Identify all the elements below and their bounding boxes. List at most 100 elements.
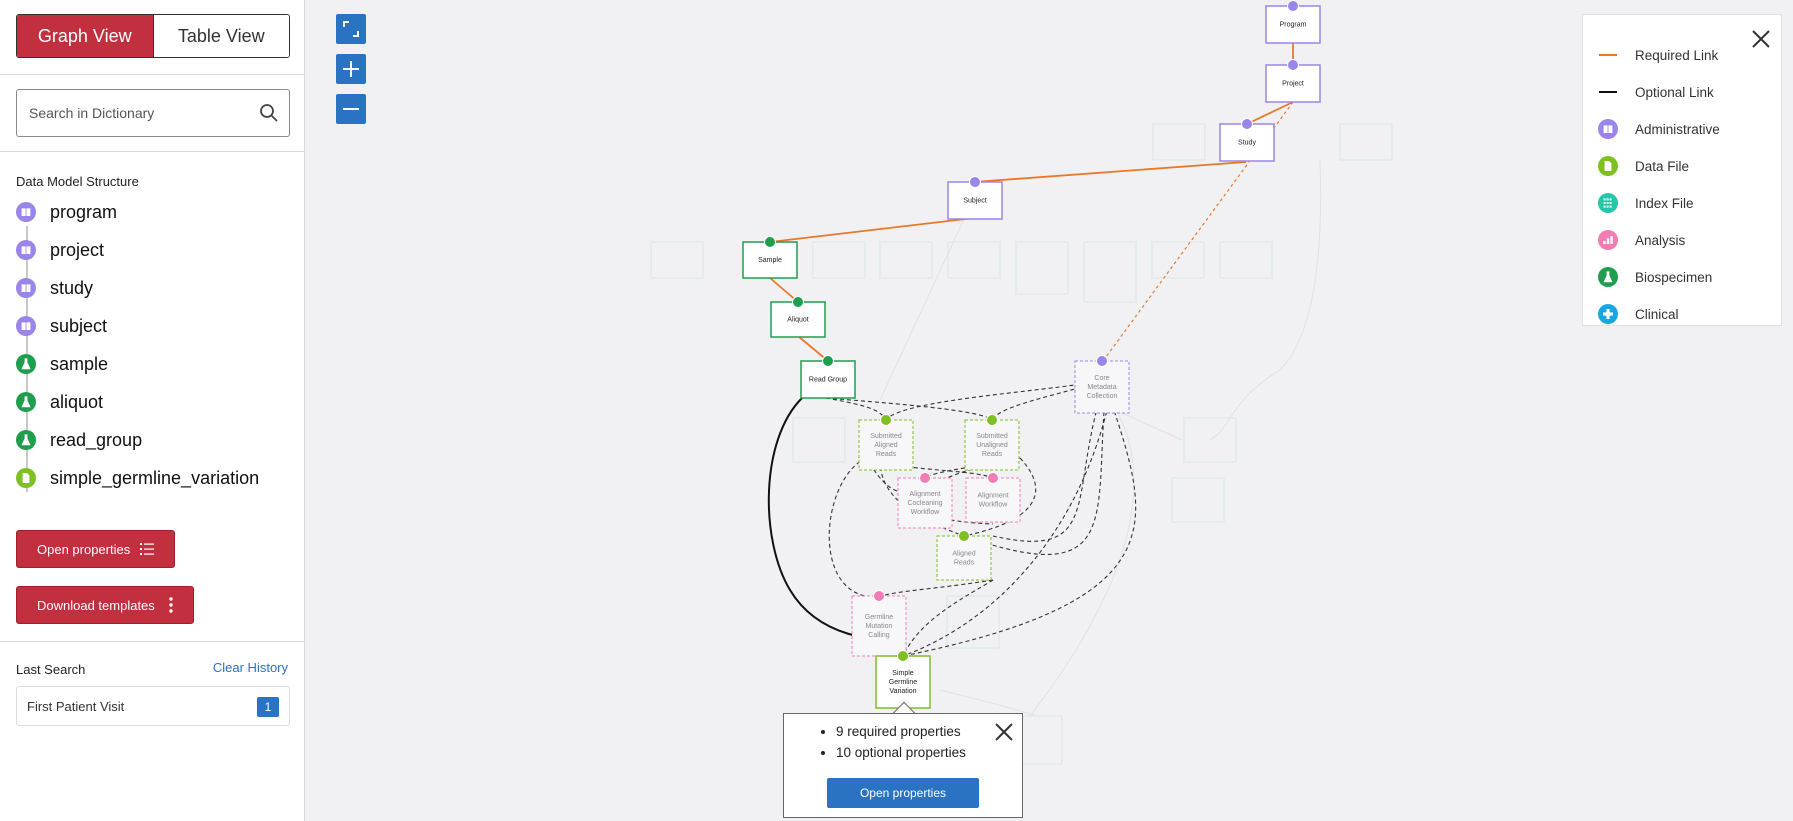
- node-label: Aligned: [874, 442, 897, 449]
- structure-item-label: aliquot: [50, 391, 104, 412]
- search-icon[interactable]: [259, 103, 279, 123]
- graph-node-germline-calling[interactable]: Germline Mutation Calling: [851, 590, 907, 657]
- required-properties-count: 9 required properties: [836, 724, 966, 739]
- graph-node-aliquot[interactable]: Aliquot: [770, 296, 826, 338]
- structure-item-simple-germline-variation[interactable]: simple_germline_variation: [16, 464, 259, 492]
- graph-node-alignment-workflow[interactable]: Alignment Workflow: [965, 472, 1021, 523]
- node-label: Variation: [889, 688, 916, 695]
- legend-item-label: Index File: [1635, 195, 1694, 211]
- tab-graph-view[interactable]: Graph View: [17, 15, 154, 57]
- data-file-icon: [16, 468, 36, 488]
- graph-node-program[interactable]: Program: [1265, 0, 1321, 44]
- tab-table-view[interactable]: Table View: [153, 15, 289, 57]
- graph-node-submitted-unaligned[interactable]: Submitted Unaligned Reads: [964, 414, 1020, 471]
- divider: [0, 641, 305, 642]
- administrative-icon: [16, 278, 36, 298]
- legend-item-analysis: Analysis: [1597, 228, 1685, 252]
- graph-node-aligned-reads[interactable]: Aligned Reads: [936, 530, 992, 581]
- structure-item-label: subject: [50, 315, 108, 336]
- legend-item-required-link: Required Link: [1597, 43, 1718, 67]
- optional-properties-count: 10 optional properties: [836, 745, 966, 760]
- faded-edge: [1029, 399, 1135, 717]
- structure-item-label: sample: [50, 353, 109, 374]
- fit-view-icon: [343, 21, 359, 37]
- structure-item-label: project: [50, 239, 105, 260]
- administrative-icon: [1287, 59, 1299, 71]
- graph-node-subject[interactable]: Subject: [947, 176, 1003, 220]
- download-templates-label: Download templates: [37, 597, 155, 613]
- popup-open-properties-button[interactable]: Open properties: [827, 778, 979, 808]
- legend-item-optional-link: Optional Link: [1597, 80, 1714, 104]
- administrative-icon: [16, 202, 36, 222]
- faded-node: [1151, 241, 1205, 279]
- clear-history-link[interactable]: Clear History: [213, 660, 288, 675]
- fit-view-button[interactable]: [336, 14, 366, 44]
- node-label: Cocleaning: [907, 500, 942, 507]
- graph-nodes: Program Project Study Subject Sample Aliquot R…: [742, 0, 1321, 709]
- structure-item-read-group[interactable]: read_group: [16, 426, 142, 454]
- open-properties-label: Open properties: [37, 541, 131, 557]
- required-link: [973, 161, 1247, 183]
- book-icon: [1597, 119, 1619, 139]
- node-label: Study: [1238, 140, 1256, 147]
- structure-item-program[interactable]: program: [16, 198, 117, 226]
- zoom-in-button[interactable]: [336, 54, 366, 84]
- history-item[interactable]: First Patient Visit 1: [16, 686, 290, 726]
- open-properties-button[interactable]: Open properties: [16, 530, 176, 568]
- structure-item-label: simple_germline_variation: [50, 467, 260, 488]
- close-icon[interactable]: [994, 722, 1014, 742]
- structure-item-study[interactable]: study: [16, 274, 93, 302]
- graph-node-submitted-aligned[interactable]: Submitted Aligned Reads: [858, 414, 914, 471]
- node-label: Core: [1094, 375, 1109, 382]
- data-file-icon: [897, 650, 909, 662]
- analysis-icon: [873, 590, 885, 602]
- grid-icon: [1597, 193, 1619, 213]
- last-search-label: Last Search: [16, 662, 86, 677]
- structure-item-subject[interactable]: subject: [16, 312, 107, 340]
- node-label: Aliquot: [787, 317, 808, 324]
- search-box: [16, 89, 290, 137]
- required-link: [1246, 101, 1294, 125]
- download-templates-button[interactable]: Download templates: [16, 586, 194, 624]
- graph-node-alignment-cocleaning[interactable]: Alignment Cocleaning Workflow: [897, 472, 953, 529]
- node-label: Unaligned: [976, 442, 1008, 449]
- node-label: Subject: [963, 198, 986, 205]
- structure-item-aliquot[interactable]: aliquot: [16, 388, 103, 416]
- flask-icon: [1597, 267, 1619, 287]
- legend-item-clinical: Clinical: [1597, 302, 1679, 326]
- more-vertical-icon: [169, 597, 173, 613]
- graph-node-study[interactable]: Study: [1219, 118, 1275, 162]
- biospecimen-icon: [16, 392, 36, 412]
- minus-icon: [343, 108, 359, 110]
- graph-node-read-group[interactable]: Read Group: [800, 355, 856, 399]
- legend-item-label: Biospecimen: [1635, 269, 1713, 285]
- faded-nodes: [650, 123, 1393, 765]
- node-label: Sample: [758, 257, 782, 264]
- node-label: Alignment: [977, 493, 1008, 500]
- faded-node: [792, 417, 846, 463]
- zoom-out-button[interactable]: [336, 94, 366, 124]
- graph-node-project[interactable]: Project: [1265, 59, 1321, 103]
- node-label: Aligned: [952, 551, 975, 558]
- legend-item-index-file: Index File: [1597, 191, 1694, 215]
- structure-title: Data Model Structure: [16, 174, 139, 189]
- biospecimen-icon: [764, 236, 776, 248]
- close-icon[interactable]: [1751, 29, 1771, 49]
- search-input[interactable]: [27, 90, 247, 136]
- faded-node: [812, 241, 866, 279]
- node-label: Alignment: [909, 491, 940, 498]
- faded-edges: [879, 159, 1322, 717]
- optional-link: [902, 579, 994, 657]
- legend-item-data-file: Data File: [1597, 154, 1689, 178]
- graph-node-simple-germline[interactable]: Simple Germline Variation: [875, 650, 931, 709]
- graph-canvas[interactable]: Program Project Study Subject Sample Aliquot R…: [305, 0, 1793, 821]
- graph-node-sample[interactable]: Sample: [742, 236, 798, 279]
- legend-item-label: Administrative: [1635, 121, 1720, 137]
- structure-item-project[interactable]: project: [16, 236, 104, 264]
- history-item-count: 1: [257, 697, 279, 717]
- node-label: Simple: [892, 670, 914, 677]
- legend-item-label: Required Link: [1635, 47, 1719, 63]
- graph-node-core-metadata[interactable]: Core Metadata Collection: [1074, 355, 1130, 414]
- biospecimen-icon: [16, 354, 36, 374]
- structure-item-sample[interactable]: sample: [16, 350, 108, 378]
